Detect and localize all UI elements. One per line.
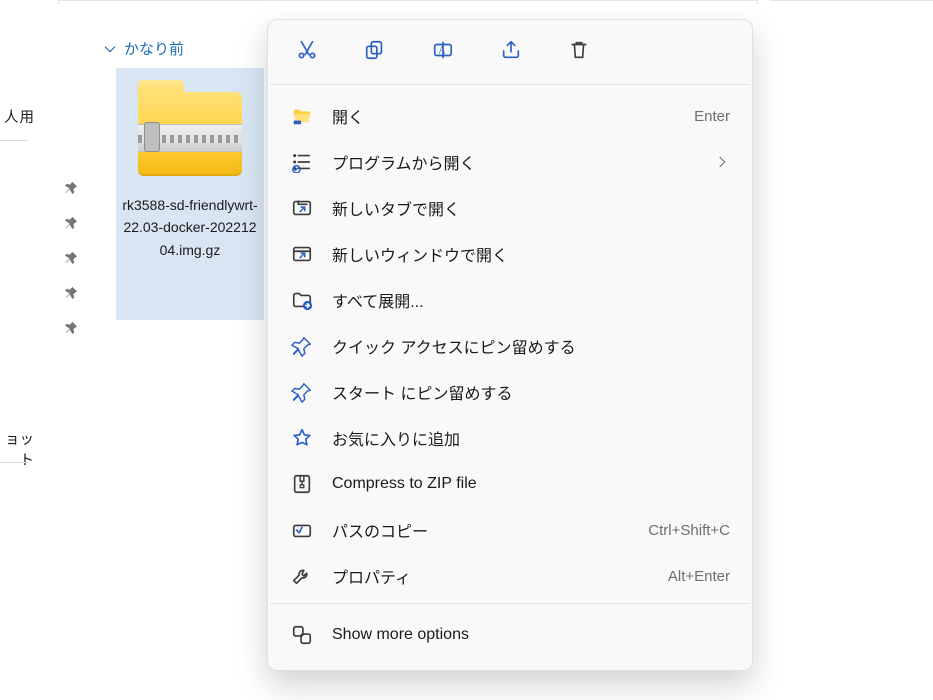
quick-actions-row (268, 20, 752, 82)
menu-item-pin-quick-access[interactable]: クイック アクセスにピン留めする (272, 323, 748, 369)
pin-icon (290, 334, 314, 358)
share-button[interactable] (494, 34, 528, 66)
chevron-down-icon (102, 41, 118, 57)
pinned-items-top (60, 170, 82, 345)
menu-item-label: すべて展開... (332, 288, 730, 312)
rename-button[interactable] (426, 34, 460, 66)
share-icon (500, 39, 522, 61)
accelerator-label: Enter (694, 108, 730, 125)
pin-icon (60, 275, 82, 310)
divider (270, 603, 750, 604)
menu-item-label: パスのコピー (332, 518, 630, 542)
menu-item-open-tab[interactable]: 新しいタブで開く (272, 185, 748, 231)
menu-item-open-with[interactable]: プログラムから開く (272, 139, 748, 185)
menu-item-label: クイック アクセスにピン留めする (332, 334, 730, 358)
accelerator-label: Ctrl+Shift+C (648, 522, 730, 539)
menu-item-label: 新しいウィンドウで開く (332, 242, 730, 266)
menu-item-label: お気に入りに追加 (332, 426, 730, 450)
right-panel-border (770, 0, 933, 4)
divider (0, 140, 28, 141)
list-icon (290, 150, 314, 174)
menu-item-favorite[interactable]: お気に入りに追加 (272, 415, 748, 461)
delete-icon (568, 39, 590, 61)
menu-item-show-more[interactable]: Show more options (272, 612, 748, 658)
menu-item-open[interactable]: 開く Enter (272, 93, 748, 139)
zip-icon (290, 472, 314, 496)
delete-button[interactable] (562, 34, 596, 66)
menu-item-open-window[interactable]: 新しいウィンドウで開く (272, 231, 748, 277)
cut-icon (296, 39, 318, 61)
wrench-icon (290, 564, 314, 588)
pin-icon (60, 170, 82, 205)
new-tab-icon (290, 196, 314, 220)
divider (0, 462, 28, 463)
star-icon (290, 426, 314, 450)
menu-item-copy-path[interactable]: パスのコピー Ctrl+Shift+C (272, 507, 748, 553)
nav-sidebar-fragment: 人用 ョット (0, 0, 92, 700)
open-folder-icon (290, 104, 314, 128)
group-label: かなり前 (124, 38, 184, 59)
pin-icon (60, 240, 82, 275)
menu-item-pin-start[interactable]: スタート にピン留めする (272, 369, 748, 415)
copy-button[interactable] (358, 34, 392, 66)
menu-item-label: Show more options (332, 626, 730, 644)
cut-button[interactable] (290, 34, 324, 66)
menu-item-label: 新しいタブで開く (332, 196, 730, 220)
file-item-selected[interactable]: rk3588-sd-friendlywrt-22.03-docker-20221… (116, 68, 264, 320)
pin-icon (290, 380, 314, 404)
menu-item-label: プログラムから開く (332, 150, 696, 174)
menu-item-compress-zip[interactable]: Compress to ZIP file (272, 461, 748, 507)
more-icon (290, 623, 314, 647)
pin-icon (60, 205, 82, 240)
extract-icon (290, 288, 314, 312)
copy-path-icon (290, 518, 314, 542)
menu-item-label: スタート にピン留めする (332, 380, 730, 404)
nav-label-personal: 人用 (0, 106, 35, 127)
menu-item-label: Compress to ZIP file (332, 475, 730, 493)
content-top-border (58, 0, 758, 4)
rename-icon (432, 39, 454, 61)
nav-label-screenshots: ョット (0, 428, 34, 470)
new-window-icon (290, 242, 314, 266)
pin-icon (60, 310, 82, 345)
menu-item-extract-all[interactable]: すべて展開... (272, 277, 748, 323)
copy-icon (364, 39, 386, 61)
context-menu: 開く Enter プログラムから開く 新しいタブで開く 新しいウィンドウで開く … (267, 19, 753, 671)
accelerator-label: Alt+Enter (668, 568, 730, 585)
group-header[interactable]: かなり前 (102, 38, 184, 59)
menu-item-label: プロパティ (332, 564, 650, 588)
divider (270, 84, 750, 85)
file-name-label: rk3588-sd-friendlywrt-22.03-docker-20221… (116, 194, 264, 261)
menu-more-section: Show more options (268, 606, 752, 660)
menu-item-properties[interactable]: プロパティ Alt+Enter (272, 553, 748, 599)
menu-item-list: 開く Enter プログラムから開く 新しいタブで開く 新しいウィンドウで開く … (268, 87, 752, 601)
zip-archive-icon (136, 76, 244, 184)
chevron-right-icon (714, 154, 730, 170)
menu-item-label: 開く (332, 104, 676, 128)
